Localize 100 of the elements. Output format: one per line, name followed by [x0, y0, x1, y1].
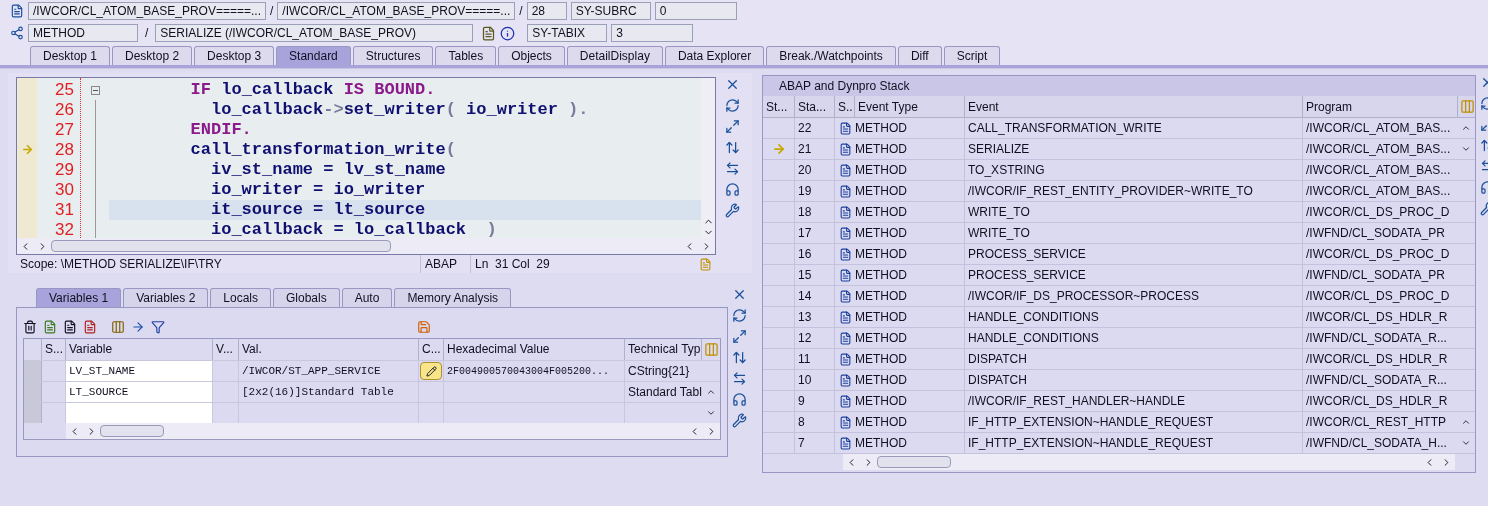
table-cell: DISPATCH	[965, 370, 1303, 390]
system-field-name: SY-SUBRC	[570, 2, 651, 20]
tab[interactable]: Memory Analysis	[394, 288, 512, 307]
separator: /	[270, 3, 274, 20]
tab[interactable]: Structures	[352, 46, 434, 65]
save-icon[interactable]	[417, 320, 431, 334]
scroll-down-icon[interactable]	[1461, 438, 1471, 448]
line-number: 26	[54, 100, 74, 120]
tab[interactable]: Variables 2	[123, 288, 209, 307]
scroll-down-icon[interactable]	[1461, 144, 1471, 154]
method-icon	[838, 226, 852, 240]
system-field-value: 0	[654, 2, 737, 20]
line-number: 27	[54, 120, 74, 140]
event-field: SERIALIZE (/IWCOR/CL_ATOM_BASE_PROV)	[155, 24, 474, 42]
scroll-up-icon[interactable]	[706, 387, 716, 397]
table-cell-text: /IWFND/CL_SODATA_PR	[1305, 225, 1446, 242]
arrow-icon[interactable]	[131, 320, 145, 334]
column-header[interactable]: V...	[213, 339, 239, 360]
table-cell-text: /IWCOR/CL_DS_HDLR_R	[1305, 351, 1449, 368]
table-cell: 11	[795, 349, 835, 369]
method-icon	[838, 373, 852, 387]
column-header[interactable]: St...	[763, 96, 795, 117]
method-icon	[838, 289, 852, 303]
table-cell: METHOD	[855, 223, 965, 243]
table-cell: METHOD	[855, 412, 965, 432]
scroll-down-icon[interactable]	[706, 408, 716, 418]
table-cell-text: /IWCOR/CL_DS_HDLR_R	[1305, 393, 1449, 410]
table-cell: CALL_TRANSFORMATION_WRITE	[965, 118, 1303, 138]
tab[interactable]: Desktop 3	[194, 46, 275, 65]
line-number: 32	[54, 220, 74, 238]
table-cell-text: /IWFND/CL_SODATA_PR	[1305, 267, 1446, 284]
filter-icon[interactable]	[151, 320, 165, 334]
scroll-up-icon[interactable]	[1461, 417, 1471, 427]
method-icon	[838, 142, 852, 156]
document-icon[interactable]	[63, 320, 77, 334]
table-cell: 2F004900570043004F005200...	[444, 361, 625, 381]
tab[interactable]: Auto	[341, 288, 393, 307]
tab[interactable]: Desktop 1	[30, 46, 111, 65]
scrollbar-thumb[interactable]	[100, 425, 164, 437]
scrollbar-thumb[interactable]	[51, 240, 391, 252]
tab[interactable]: DetailDisplay	[566, 46, 663, 65]
column-header[interactable]: Variable	[66, 339, 213, 360]
table-cell: METHOD	[855, 433, 965, 453]
tab[interactable]: Diff	[897, 46, 942, 65]
table-cell: /IWCOR/IF_DS_PROCESSOR~PROCESS	[965, 286, 1303, 306]
delete-icon[interactable]	[23, 320, 37, 334]
line-number: 29	[54, 160, 74, 180]
column-header[interactable]: C...	[419, 339, 444, 360]
table-cell: 16	[795, 244, 835, 264]
edit-button[interactable]	[420, 362, 442, 380]
tab[interactable]: Locals	[210, 288, 271, 307]
table-cell: 20	[795, 160, 835, 180]
table-cell: METHOD	[855, 307, 965, 327]
table-cell: METHOD	[855, 328, 965, 348]
table-cell-text: /IWCOR/CL_REST_HTTP	[1305, 414, 1447, 431]
column-header[interactable]: Event Type	[855, 96, 965, 117]
table-cell: METHOD	[855, 265, 965, 285]
tab[interactable]: Globals	[273, 288, 340, 307]
code-line: io_writer = io_writer	[210, 180, 427, 200]
tab[interactable]: Script	[943, 46, 1001, 65]
tab[interactable]: Break./Watchpoints	[766, 46, 896, 65]
display-icon[interactable]	[481, 25, 497, 41]
code-line: IF lo_callback IS BOUND.	[189, 80, 437, 100]
column-header[interactable]: Val.	[239, 339, 419, 360]
scrollbar-thumb[interactable]	[877, 456, 951, 468]
tab[interactable]: Standard	[276, 46, 351, 65]
code-line: ENDIF.	[189, 120, 253, 140]
column-header[interactable]: Technical Typ	[625, 339, 702, 360]
columns-icon[interactable]	[111, 320, 125, 334]
column-header[interactable]: Program	[1303, 96, 1458, 117]
table-cell: METHOD	[855, 202, 965, 222]
table-cell: WRITE_TO	[965, 202, 1303, 222]
table-cell-text: Standard Tabl	[627, 384, 702, 401]
table-cell-text: /IWCOR/CL_DS_HDLR_R	[1305, 309, 1449, 326]
table-cell: METHOD	[855, 181, 965, 201]
table-cell: METHOD	[855, 349, 965, 369]
column-header[interactable]: Hexadecimal Value	[444, 339, 625, 360]
method-icon	[838, 436, 852, 450]
column-header[interactable]: Sta...	[795, 96, 835, 117]
table-cell-text: CString{21}	[627, 363, 691, 380]
column-header[interactable]: S...	[42, 339, 66, 360]
blank-input-cell[interactable]	[66, 403, 213, 423]
tab[interactable]: Variables 1	[36, 288, 122, 307]
column-header[interactable]: Event	[965, 96, 1303, 117]
tab[interactable]: Tables	[435, 46, 497, 65]
tab[interactable]: Data Explorer	[664, 46, 765, 65]
method-icon	[838, 415, 852, 429]
table-cell: 21	[795, 139, 835, 159]
program-field: /IWCOR/CL_ATOM_BASE_PROV=====...	[28, 2, 266, 20]
table-cell-text: /IWCOR/CL_DS_PROC_D	[1305, 288, 1451, 305]
info-icon[interactable]	[500, 25, 516, 41]
tab[interactable]: Objects	[498, 46, 565, 65]
scope-text: Scope: \METHOD SERIALIZE\IF\TRY	[20, 256, 223, 273]
scroll-up-icon[interactable]	[1461, 123, 1471, 133]
method-icon	[838, 268, 852, 282]
tab[interactable]: Desktop 2	[112, 46, 193, 65]
column-header[interactable]: S..	[835, 96, 855, 117]
fold-icon[interactable]	[90, 85, 100, 95]
table-cell: METHOD	[855, 370, 965, 390]
table-cell: [2x2(16)]Standard Table	[239, 382, 419, 402]
